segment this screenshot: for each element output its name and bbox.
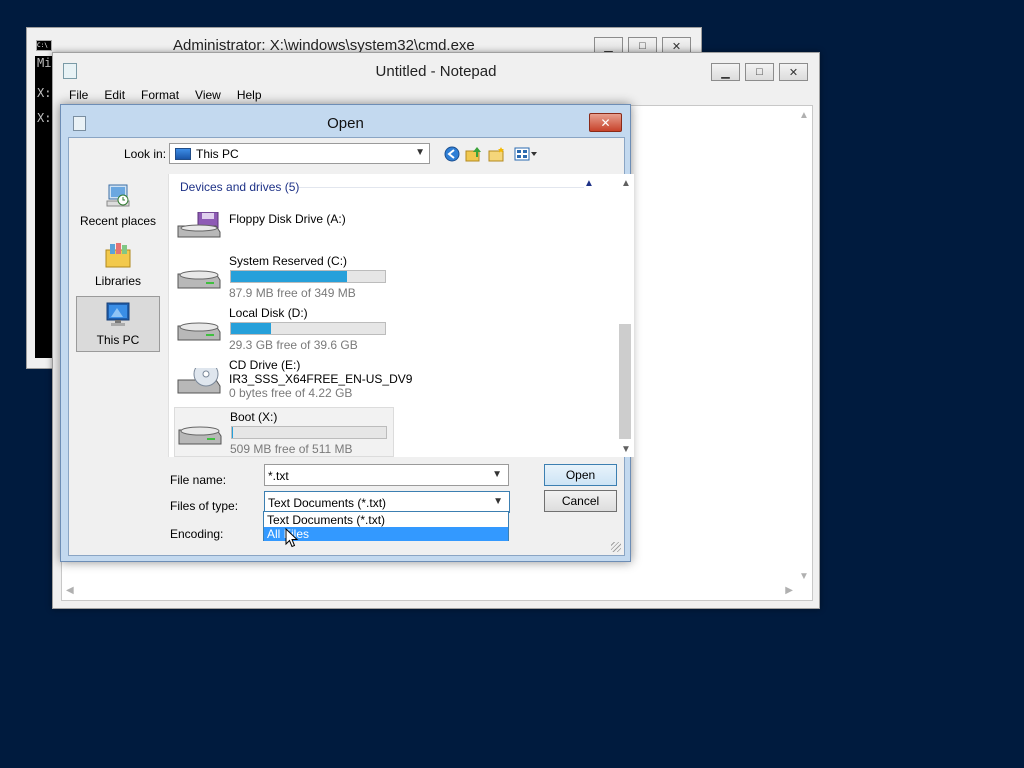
chevron-down-icon[interactable]: ▼ [621,444,631,455]
drive-name: System Reserved (C:) [229,254,348,268]
cd-drive-icon [177,368,221,394]
files-of-type-value: Text Documents (*.txt) [268,496,387,510]
drive-free-space: 87.9 MB free of 349 MB [229,286,356,300]
this-pc-icon [175,148,191,160]
place-recent-label: Recent places [79,214,157,228]
file-name-value: *.txt [268,469,289,483]
notepad-close-button[interactable]: ✕ [779,63,808,81]
drive-e[interactable]: CD Drive (E:) IR3_SSS_X64FREE_EN-US_DV9 … [174,356,412,406]
chevron-up-icon[interactable]: ▲ [584,178,594,189]
encoding-label: Encoding: [170,527,224,541]
chevron-down-icon[interactable]: ▼ [493,496,503,507]
new-folder-icon[interactable] [488,145,506,163]
group-header: Devices and drives (5) [180,180,300,194]
scroll-up-icon[interactable]: ▲ [799,110,809,121]
resize-grip[interactable] [611,542,621,552]
menu-view[interactable]: View [187,85,229,105]
drive-x[interactable]: Boot (X:) 509 MB free of 511 MB [174,407,394,457]
files-of-type-label: Files of type: [170,499,239,513]
notepad-horizontal-scrollbar[interactable]: ◀ ▶ [62,583,797,600]
look-in-value: This PC [196,147,239,161]
drive-usage-bar [230,322,386,335]
file-type-dropdown[interactable]: Text Documents (*.txt) All Files [263,511,509,541]
drive-usage-bar [230,270,386,283]
scrollbar-thumb[interactable] [619,324,631,439]
open-button[interactable]: Open [544,464,617,486]
drive-usage-fill [231,271,347,282]
dialog-close-button[interactable]: ✕ [589,113,622,132]
chevron-down-icon[interactable]: ▼ [492,469,502,480]
drive-name: CD Drive (E:) [229,358,301,372]
menu-file[interactable]: File [61,85,96,105]
files-of-type-select[interactable]: Text Documents (*.txt) ▼ [264,491,510,513]
dialog-client: Look in: This PC ▼ Recent places Librari… [68,137,634,556]
view-menu-icon[interactable] [513,145,539,163]
notepad-vertical-scrollbar[interactable]: ▲ ▼ [795,106,812,584]
hard-drive-icon [178,426,222,445]
open-dialog[interactable]: Open ✕ Look in: This PC ▼ Recent places [60,104,634,562]
menu-edit[interactable]: Edit [96,85,133,105]
chevron-down-icon: ▼ [415,147,425,158]
back-icon[interactable] [443,145,461,163]
scroll-right-icon[interactable]: ▶ [785,585,793,596]
place-libraries[interactable]: Libraries [76,238,160,294]
notepad-minimize-button[interactable]: ▁ [711,63,740,81]
recent-places-icon [103,182,133,210]
drive-usage-fill [232,427,233,438]
up-folder-icon[interactable] [465,145,483,163]
cmd-icon: C:\ [36,40,52,51]
drive-free-space: 509 MB free of 511 MB [230,442,353,456]
file-list-scrollbar[interactable]: ▲ ▼ [617,174,634,457]
group-divider [299,187,584,188]
file-name-input[interactable]: *.txt ▼ [264,464,509,486]
look-in-label: Look in: [124,147,167,161]
drive-free-space: 29.3 GB free of 39.6 GB [229,338,358,352]
place-this-pc[interactable]: This PC [76,296,160,352]
cancel-button[interactable]: Cancel [544,490,617,512]
hard-drive-icon [177,270,221,289]
this-pc-icon [103,301,133,329]
file-type-option-selected[interactable]: All Files [264,527,508,541]
floppy-drive-icon [177,212,221,238]
place-libraries-label: Libraries [94,274,142,288]
file-list[interactable]: Devices and drives (5) ▲ Floppy Disk Dri… [168,174,617,457]
scroll-left-icon[interactable]: ◀ [66,585,74,596]
dialog-title: Open [327,115,364,132]
drive-d[interactable]: Local Disk (D:) 29.3 GB free of 39.6 GB [174,304,394,354]
hard-drive-icon [177,322,221,341]
file-type-option[interactable]: Text Documents (*.txt) [264,513,508,527]
drive-name: Floppy Disk Drive (A:) [229,212,346,226]
menu-format[interactable]: Format [133,85,187,105]
menu-help[interactable]: Help [229,85,270,105]
mouse-pointer-icon [285,528,299,548]
drive-usage-fill [231,323,272,334]
places-bar: Recent places Libraries This PC [76,174,168,434]
drive-volume-label: IR3_SSS_X64FREE_EN-US_DV9 [229,372,413,386]
place-this-pc-label: This PC [96,333,140,347]
drive-c[interactable]: System Reserved (C:) 87.9 MB free of 349… [174,252,394,302]
notepad-menubar: File Edit Format View Help [61,85,270,105]
drive-usage-bar [231,426,387,439]
drive-name: Boot (X:) [230,410,278,424]
file-name-label: File name: [170,473,227,487]
drive-floppy[interactable]: Floppy Disk Drive (A:) [174,200,394,250]
drive-free-space: 0 bytes free of 4.22 GB [229,386,353,400]
scroll-down-icon[interactable]: ▼ [799,571,809,582]
chevron-up-icon[interactable]: ▲ [621,178,631,189]
libraries-icon [103,242,133,270]
drive-name: Local Disk (D:) [229,306,308,320]
notepad-title: Untitled - Notepad [375,63,497,80]
notepad-maximize-button[interactable]: □ [745,63,774,81]
place-recent[interactable]: Recent places [76,178,160,234]
look-in-combo[interactable]: This PC ▼ [169,143,430,164]
